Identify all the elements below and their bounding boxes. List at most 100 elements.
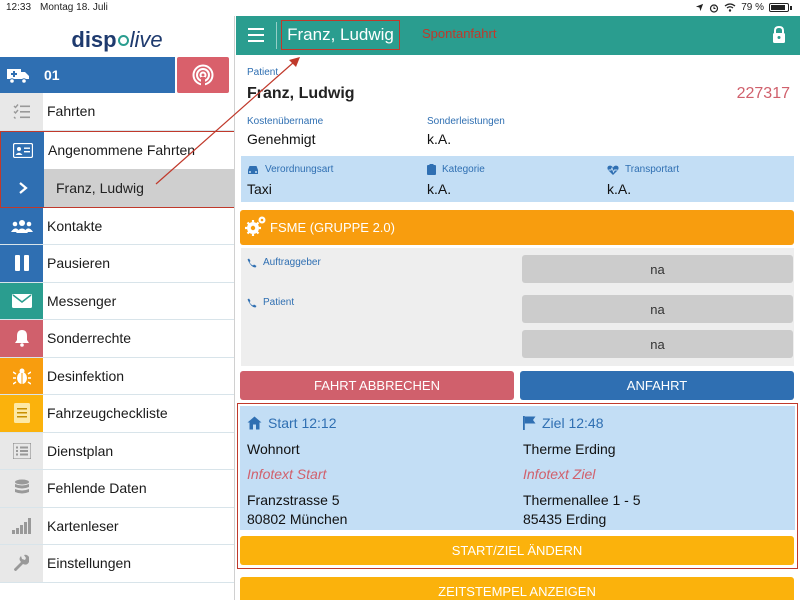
- start-heading: Start 12:12: [268, 415, 337, 431]
- wrench-icon: [0, 545, 43, 582]
- sidebar-item-fehlende-daten[interactable]: Fehlende Daten: [0, 470, 234, 508]
- status-time: 12:33: [6, 2, 32, 13]
- verordnung-label: Verordnungsart: [265, 164, 334, 175]
- start-street: Franzstrasse 5: [247, 492, 340, 508]
- kosten-label: Kostenübername: [247, 116, 324, 127]
- sidebar-item-label: Fahrten: [47, 103, 96, 120]
- sidebar-item-kontakte[interactable]: Kontakte: [0, 207, 234, 245]
- sidebar-item-label: Messenger: [47, 292, 117, 309]
- list-icon: [0, 93, 43, 130]
- transport-label: Transportart: [625, 164, 680, 175]
- auftraggeber-phone-button[interactable]: na: [522, 255, 793, 283]
- sidebar-item-einstellungen[interactable]: Einstellungen: [0, 545, 234, 583]
- alarm-icon: [710, 3, 719, 13]
- sidebar-item-label: Fehlende Daten: [47, 480, 147, 497]
- start-place: Wohnort: [247, 441, 300, 457]
- phone-icon: [247, 258, 257, 267]
- auftraggeber-label: Auftraggeber: [263, 257, 321, 268]
- sidebar-item-pausieren[interactable]: Pausieren: [0, 245, 234, 283]
- sidebar-item-messenger[interactable]: Messenger: [0, 282, 234, 320]
- heartbeat-icon: [607, 165, 619, 175]
- id-card-icon: [1, 131, 44, 169]
- ziel-heading: Ziel 12:48: [542, 415, 604, 431]
- show-timestamps-button[interactable]: ZEITSTEMPEL ANZEIGEN: [240, 577, 794, 600]
- approach-button[interactable]: ANFAHRT: [520, 371, 794, 400]
- signal-icon: [0, 507, 43, 544]
- flag-icon: [523, 416, 536, 430]
- top-header: Franz, Ludwig Spontanfahrt: [236, 16, 800, 55]
- sonder-value: k.A.: [427, 131, 452, 147]
- kosten-value: Genehmigt: [247, 131, 316, 147]
- battery-percent: 79 %: [741, 2, 764, 13]
- vehicle-number: 01: [44, 67, 60, 83]
- sidebar-item-sonderrechte[interactable]: Sonderrechte: [0, 320, 234, 358]
- clipboard-icon: [427, 164, 436, 175]
- sonder-label: Sonderleistungen: [427, 116, 505, 127]
- radio-button[interactable]: [177, 57, 229, 93]
- vehicle-selector[interactable]: 01: [0, 57, 175, 93]
- sidebar-item-label: Desinfektion: [47, 367, 125, 384]
- group-bar[interactable]: FSME (GRUPPE 2.0): [240, 210, 794, 245]
- bug-icon: [0, 357, 43, 394]
- start-city: 80802 München: [247, 511, 348, 527]
- envelope-icon: [0, 282, 43, 319]
- lock-icon[interactable]: [772, 25, 786, 48]
- list-icon: [0, 432, 43, 469]
- sidebar-item-label: Pausieren: [47, 255, 111, 272]
- accepted-ride-franz-ludwig[interactable]: Franz, Ludwig: [1, 169, 234, 207]
- sidebar-item-kartenleser[interactable]: Kartenleser: [0, 507, 234, 545]
- verordnung-value: Taxi: [247, 181, 272, 197]
- ziel-info: Infotext Ziel: [523, 466, 596, 482]
- patient-label: Patient: [247, 67, 279, 78]
- cancel-ride-button[interactable]: FAHRT ABBRECHEN: [240, 371, 514, 400]
- annotation-label: Spontanfahrt: [422, 26, 497, 41]
- phone-icon: [247, 298, 257, 307]
- sidebar-item-label: Sonderrechte: [47, 330, 132, 347]
- start-info: Infotext Start: [247, 466, 327, 482]
- ambulance-icon: [0, 57, 36, 93]
- sidebar-item-fahrzeugcheckliste[interactable]: Fahrzeugcheckliste: [0, 395, 234, 433]
- car-icon: [248, 165, 258, 174]
- ride-detail: Patient Franz, Ludwig 227317 Kostenübern…: [236, 55, 800, 600]
- accepted-rides-group: Angenommene Fahrten Franz, Ludwig: [0, 130, 234, 208]
- battery-icon: [769, 3, 789, 12]
- kategorie-value: k.A.: [427, 181, 452, 197]
- kategorie-label: Kategorie: [442, 164, 485, 175]
- database-icon: [0, 470, 43, 507]
- ziel-place: Therme Erding: [523, 441, 616, 457]
- location-icon: [696, 3, 704, 12]
- change-start-destination-button[interactable]: START/ZIEL ÄNDERN: [240, 536, 794, 565]
- wifi-icon: [724, 3, 736, 12]
- pause-icon: [0, 245, 43, 282]
- header-title: Franz, Ludwig: [281, 20, 400, 50]
- sidebar-menu: Fahrten Angenommene Fahrten Franz, Ludwi…: [0, 93, 234, 583]
- sub-item-label: Franz, Ludwig: [44, 169, 234, 207]
- bell-icon: [0, 320, 43, 357]
- sidebar-item-fahrten[interactable]: Fahrten: [0, 93, 234, 131]
- gears-icon: [244, 215, 268, 240]
- sidebar-item-dienstplan[interactable]: Dienstplan: [0, 432, 234, 470]
- transport-value: k.A.: [607, 181, 632, 197]
- patient-phone-button-1[interactable]: na: [522, 295, 793, 323]
- sidebar-item-label: Fahrzeugcheckliste: [47, 405, 168, 422]
- sidebar-item-label: Angenommene Fahrten: [48, 142, 196, 159]
- hamburger-menu-icon[interactable]: [248, 28, 264, 42]
- patient-name: Franz, Ludwig: [247, 85, 355, 102]
- patient-contact-label: Patient: [263, 297, 295, 308]
- status-date: Montag 18. Juli: [40, 2, 108, 13]
- chevron-right-icon: [1, 169, 44, 207]
- patient-phone-button-2[interactable]: na: [522, 330, 793, 358]
- sidebar-item-desinfektion[interactable]: Desinfektion: [0, 357, 234, 395]
- sidebar-item-label: Dienstplan: [47, 442, 114, 459]
- patient-id: 227317: [736, 85, 790, 102]
- contacts-block: Auftraggeber na Patient na na: [241, 248, 794, 366]
- route-box: Start 12:12 Ziel 12:48 Wohnort Therme Er…: [240, 406, 795, 530]
- sidebar-item-label: Kartenleser: [47, 517, 119, 534]
- users-icon: [0, 207, 43, 244]
- group-label: FSME (GRUPPE 2.0): [270, 220, 395, 235]
- app-logo: disp live: [71, 26, 163, 52]
- sidebar-item-angenommene-fahrten[interactable]: Angenommene Fahrten: [1, 131, 234, 169]
- sidebar: disp live 01 Fahrten Angenommene Fahrten…: [0, 16, 235, 600]
- ziel-city: 85435 Erding: [523, 511, 607, 527]
- sidebar-item-label: Kontakte: [47, 217, 103, 234]
